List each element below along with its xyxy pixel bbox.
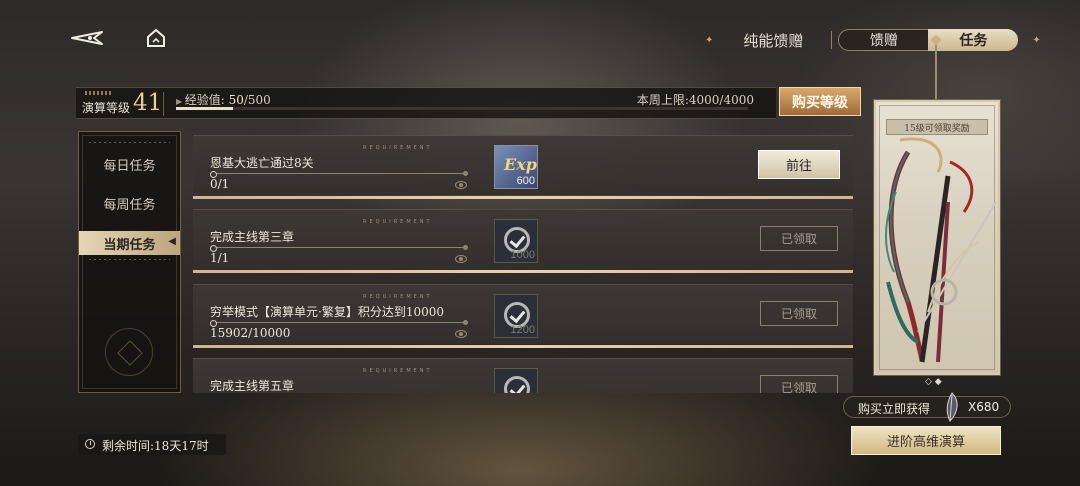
task-progress-line (210, 320, 468, 327)
claimed-label: 已领取 (780, 307, 817, 321)
tab-gift[interactable]: 馈赠 (838, 29, 929, 51)
eye-icon[interactable] (455, 330, 467, 338)
eye-icon[interactable] (455, 255, 467, 263)
top-tab-bar: ✦ 纯能馈赠 馈赠 任务 ✦ (705, 26, 1041, 54)
star-ornament-icon: ✦ (1032, 34, 1041, 46)
card-underline (193, 196, 853, 199)
exp-icon: Exp (504, 155, 537, 174)
tab-chip-energy-gift[interactable]: 纯能馈赠 (743, 30, 803, 51)
remaining-time: 剩余时间:18天17时 (102, 437, 209, 454)
remaining-time-badge: 剩余时间:18天17时 (78, 434, 226, 455)
active-arrow-icon: ◀ (168, 236, 176, 247)
weapon-reward-illustration (885, 137, 997, 363)
task-card: 完成主线第五章 REQUIREMENT 已领取 (193, 358, 853, 393)
remaining-label: 剩余时间: (102, 439, 155, 453)
task-list: 恩基大逃亡通过8关 REQUIREMENT 0/1 Exp 600 前往 完成主… (183, 131, 861, 393)
buy-bonus-label: 购买立即获得 (858, 402, 931, 416)
claimed-button: 已领取 (760, 375, 838, 393)
card-underline (193, 270, 853, 273)
claimed-button: 已领取 (760, 301, 838, 326)
nav-item-label: 当期任务 (103, 237, 156, 253)
tab-divider (831, 31, 833, 49)
task-name: 完成主线第五章 (210, 379, 295, 393)
weekly-current: 4000 (688, 93, 720, 107)
reward-quantity: 1000 (510, 249, 535, 261)
page-indicator: ◇ ◆ (925, 377, 942, 387)
task-card: 恩基大逃亡通过8关 REQUIREMENT 0/1 Exp 600 前往 (193, 135, 853, 199)
tab-gift-label: 馈赠 (869, 33, 898, 49)
weekly-limit: 本周上限:4000/4000 (637, 91, 754, 108)
level-ornament (85, 91, 113, 95)
weekly-max: 4000 (723, 93, 754, 107)
claimed-button: 已领取 (760, 226, 838, 251)
back-arrow-icon (71, 31, 103, 45)
claimed-label: 已领取 (780, 232, 817, 246)
go-button[interactable]: 前往 (758, 150, 840, 179)
level-label: 演算等级 (82, 101, 131, 115)
task-name: 恩基大逃亡通过8关 (210, 156, 314, 170)
task-progress: 0/1 (210, 177, 230, 191)
tab-task-label: 任务 (959, 33, 988, 49)
nav-item-label: 每日任务 (103, 158, 156, 174)
level-divider (163, 92, 164, 116)
task-progress: 1/1 (210, 251, 230, 265)
task-progress-line (210, 171, 468, 178)
buy-bonus-banner: 购买立即获得 X680 (843, 392, 1011, 422)
level-value: 41 (133, 90, 163, 116)
advance-higher-dimension-button[interactable]: 进阶高维演算 (851, 426, 1001, 455)
xp-current: 50 (228, 93, 244, 107)
requirement-tag: REQUIREMENT (363, 219, 433, 225)
go-button-label: 前往 (785, 159, 812, 174)
home-icon (147, 28, 165, 47)
compass-ornament-icon (105, 328, 153, 376)
requirement-tag: REQUIREMENT (363, 294, 433, 300)
weekly-label: 本周上限: (636, 93, 689, 107)
task-progress-line (210, 245, 468, 252)
nav-divider (89, 142, 170, 143)
xp-play-icon: ▶ (176, 97, 185, 106)
claimed-label: 已领取 (780, 381, 817, 393)
task-card: 穷举模式【演算单元·繁复】积分达到10000 REQUIREMENT 15902… (193, 284, 853, 348)
xp-max: 500 (247, 93, 271, 107)
back-button[interactable] (68, 26, 108, 50)
buy-bonus-quantity: X680 (968, 400, 1000, 414)
reward-quantity: 1200 (510, 324, 535, 336)
nav-item-current-period[interactable]: 当期任务 ◀ (79, 231, 180, 255)
requirement-tag: REQUIREMENT (363, 368, 433, 374)
clock-icon (85, 439, 95, 449)
points-icon (504, 376, 530, 393)
reward-item[interactable]: 1000 (494, 219, 538, 263)
remaining-value: 18天17时 (154, 439, 209, 453)
buy-level-button[interactable]: 购买等级 (779, 87, 861, 116)
xp-text: ▶ 经验值: 50/500 (176, 91, 271, 108)
nav-item-weekly[interactable]: 每周任务 (79, 191, 180, 215)
tab-task[interactable]: 任务 (928, 29, 1019, 51)
level-bar: 演算等级 41 ▶ 经验值: 50/500 本周上限:4000/4000 (76, 87, 776, 119)
reward-item[interactable] (494, 368, 538, 393)
buy-level-label: 购买等级 (792, 94, 848, 111)
requirement-tag: REQUIREMENT (363, 145, 433, 151)
task-name: 完成主线第三章 (210, 230, 295, 244)
nav-divider (89, 259, 170, 260)
xp-label: 经验值: (184, 93, 225, 107)
task-card: 完成主线第三章 REQUIREMENT 1/1 1000 已领取 (193, 209, 853, 273)
task-category-nav: 每日任务 每周任务 当期任务 ◀ (78, 131, 181, 393)
reward-item[interactable]: Exp 600 (494, 145, 538, 189)
feather-currency-icon (946, 392, 958, 422)
xp-progress-fill (176, 107, 234, 110)
reward-quantity: 600 (516, 175, 535, 187)
advance-button-label: 进阶高维演算 (886, 435, 965, 450)
panel-hanger (935, 40, 937, 106)
reward-item[interactable]: 1200 (494, 294, 538, 338)
star-ornament-icon: ✦ (705, 34, 714, 46)
task-name: 穷举模式【演算单元·繁复】积分达到10000 (210, 305, 444, 319)
task-progress: 15902/10000 (210, 326, 291, 340)
eye-icon[interactable] (455, 181, 467, 189)
nav-item-daily[interactable]: 每日任务 (79, 152, 180, 176)
card-underline (193, 345, 853, 348)
home-button[interactable] (144, 26, 168, 50)
nav-item-label: 每周任务 (103, 197, 156, 213)
